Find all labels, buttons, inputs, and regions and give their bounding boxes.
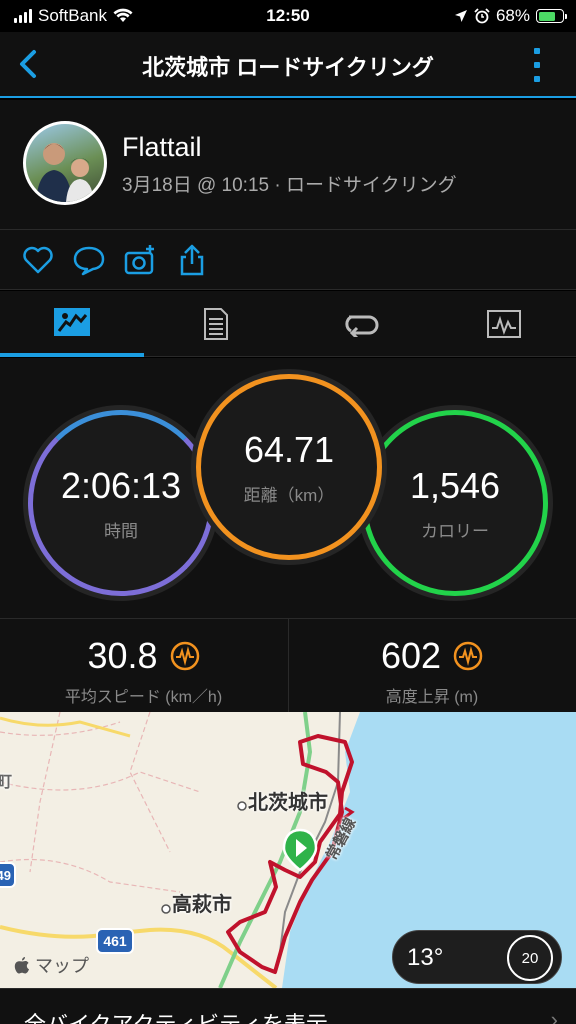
back-chevron-icon[interactable] [10,44,50,84]
activity-meta: 3月18日 @ 10:15 · ロードサイクリング [122,175,457,196]
nav-bar: 北茨城市 ロードサイクリング [0,32,576,98]
map-city-takahagi: 高萩市 [172,894,232,916]
map-route-badge-edge: 49 [0,862,16,888]
all-bike-activities-link[interactable]: 全バイクアクティビティを表示 › [0,988,576,1024]
avg-speed-label: 平均スピード (km／h) [64,689,223,706]
footer-link-text: 全バイクアクティビティを表示 [24,1007,328,1024]
comment-icon[interactable] [71,242,107,278]
share-icon[interactable] [174,242,210,278]
weather-badge[interactable]: 13° 20 [392,930,562,984]
wind-speed-value: 20 [521,949,539,967]
page-title: 北茨城市 ロードサイクリング [142,55,434,80]
distance-label: 距離（km） [243,485,335,505]
tab-laps[interactable] [288,291,432,357]
route-map[interactable]: 北茨城市 高萩市 常磐線 町 49 461 マップ 13° 20 [0,712,576,988]
chevron-right-icon: › [550,1007,558,1024]
more-menu-icon[interactable] [532,48,542,82]
summary-row: 30.8 平均スピード (km／h) 602 高度上昇 (m) [0,618,576,713]
time-ring: 2:06:13 時間 [28,410,214,596]
wind-indicator: 20 [507,935,553,981]
calories-ring: 1,546 カロリー [362,410,548,596]
charts-icon [487,310,521,338]
calories-value: 1,546 [409,464,501,506]
action-bar [0,230,576,290]
map-attribution-text: マップ [35,956,90,976]
status-right: 68% [454,6,567,26]
alarm-icon [474,8,490,24]
avg-speed-cell: 30.8 平均スピード (km／h) [0,619,287,713]
distance-ring: 64.71 距離（km） [196,374,382,560]
battery-percent: 68% [495,6,530,25]
performance-badge-icon[interactable] [453,641,483,671]
map-city-kitaibaraki: 北茨城市 [248,792,328,814]
elevation-value: 602 [380,635,442,676]
camera-add-icon[interactable] [122,242,158,278]
avatar[interactable] [23,121,107,205]
activity-header: Flattail 3月18日 @ 10:15 · ロードサイクリング [0,100,576,230]
elevation-label: 高度上昇 (m) [385,689,479,706]
stats-panel: 2:06:13 時間 1,546 カロリー 64.71 距離（km） [0,358,576,618]
map-route-badge: 461 [96,928,134,954]
tab-charts[interactable] [432,291,576,357]
laps-icon [345,315,379,337]
avg-speed-value: 30.8 [87,635,158,676]
overview-icon [54,308,90,336]
map-edge-label: 町 [0,774,13,791]
heart-icon[interactable] [20,242,56,278]
apple-logo-icon [14,957,29,974]
map-attribution: マップ [14,952,89,978]
tab-overview[interactable] [0,291,144,357]
calories-label: カロリー [421,521,489,541]
time-value: 2:06:13 [60,464,182,506]
tab-details[interactable] [144,291,288,357]
status-bar: SoftBank 12:50 68% [0,0,576,32]
location-icon [454,10,467,22]
tab-bar [0,291,576,357]
battery-icon [536,9,567,23]
time-label: 時間 [104,521,138,541]
performance-badge-icon[interactable] [170,641,200,671]
user-name[interactable]: Flattail [122,132,202,163]
distance-value: 64.71 [243,428,335,470]
elevation-cell: 602 高度上昇 (m) [288,619,575,713]
avatar-photo [36,143,94,202]
details-icon [204,308,228,340]
temperature-value: 13° [407,944,444,971]
